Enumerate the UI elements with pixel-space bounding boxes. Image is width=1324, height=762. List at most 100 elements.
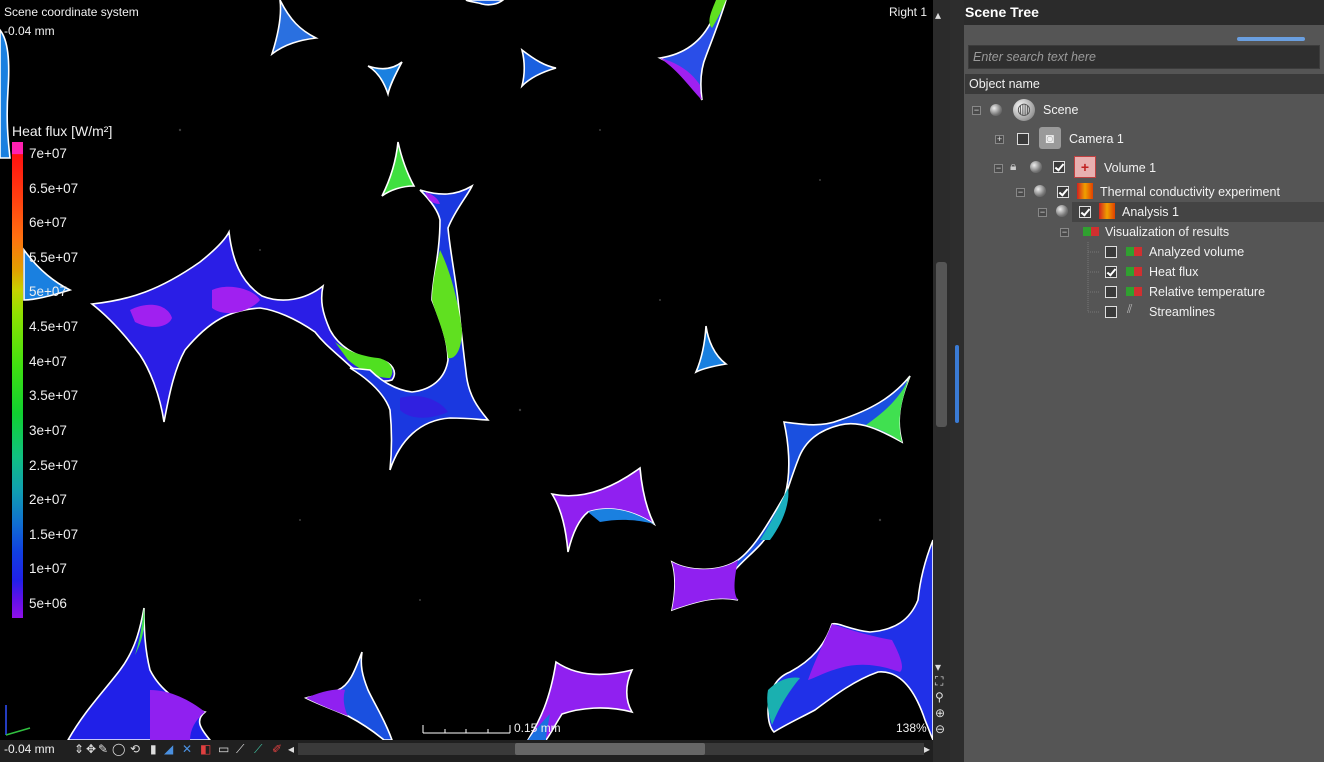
coord-system-label: Scene coordinate system — [4, 5, 139, 19]
curve-tool-icon[interactable]: ⟋ — [254, 742, 262, 756]
result-icon — [1126, 247, 1142, 256]
legend-tick: 7e+07 — [29, 146, 67, 161]
relative-temperature-checkbox[interactable] — [1105, 286, 1117, 298]
legend-tick: 5e+06 — [29, 596, 67, 611]
visibility-sphere-icon[interactable] — [1056, 205, 1068, 217]
volume-checkbox[interactable] — [1053, 161, 1065, 173]
legend-tick: 1.5e+07 — [29, 527, 79, 542]
fit-view-icon[interactable]: ⛶ — [935, 674, 943, 688]
scene-tree-panel: Scene Tree Object name − ◍ Scene + ◙ Cam… — [964, 0, 1324, 762]
horizontal-scroll-thumb[interactable] — [515, 743, 705, 755]
move-tool-icon[interactable]: ✥ — [86, 742, 96, 756]
visualization-icon — [1083, 227, 1099, 236]
3d-viewport[interactable]: Scene coordinate system -0.04 mm Right 1… — [0, 0, 933, 740]
scroll-right-icon[interactable]: ▸ — [924, 742, 930, 756]
legend-tick: 3.5e+07 — [29, 388, 79, 403]
legend-colorbar — [12, 142, 23, 618]
volume-icon: + — [1074, 156, 1096, 178]
colorbar-tool-icon[interactable]: ▮ — [150, 742, 157, 756]
tree-item-visualization[interactable]: Visualization of results — [1105, 222, 1229, 242]
zoom-in-icon[interactable]: ⊕ — [935, 706, 945, 720]
axis-tool-icon[interactable]: ◢ — [164, 742, 173, 756]
legend-tick: 1e+07 — [29, 561, 67, 576]
result-icon — [1126, 267, 1142, 276]
streamlines-icon: ⫽ — [1127, 302, 1133, 316]
scale-bar-graphic — [422, 725, 511, 734]
heat-flux-visualization — [0, 0, 933, 740]
clip-tool-icon[interactable]: ◧ — [200, 742, 211, 756]
pick-tool-icon[interactable]: ✎ — [98, 742, 108, 756]
zoom-level: 138% — [896, 721, 927, 735]
line-tool-icon[interactable]: ⟋ — [236, 742, 244, 756]
rotate-tool-icon[interactable]: ⟲ — [130, 742, 140, 756]
tree-item-analyzed-volume[interactable]: Analyzed volume — [1149, 242, 1244, 262]
tree-item-heat-flux[interactable]: Heat flux — [1149, 262, 1198, 282]
analyzed-volume-checkbox[interactable] — [1105, 246, 1117, 258]
coord-value: -0.04 mm — [4, 24, 55, 38]
streamlines-checkbox[interactable] — [1105, 306, 1117, 318]
pore-region — [672, 560, 738, 610]
scroll-left-icon[interactable]: ◂ — [288, 742, 294, 756]
experiment-checkbox[interactable] — [1057, 186, 1069, 198]
legend-tick: 2e+07 — [29, 492, 67, 507]
measure-tool-icon[interactable]: ✕ — [182, 742, 192, 756]
legend-title: Heat flux [W/m²] — [12, 123, 113, 139]
ruler-tool-icon[interactable]: ▭ — [218, 742, 229, 756]
legend-tick: 4e+07 — [29, 354, 67, 369]
sphere-tool-icon[interactable]: ◯ — [112, 742, 125, 756]
vertical-scroll-thumb[interactable] — [936, 262, 947, 427]
scroll-up-icon[interactable]: ▴ — [935, 8, 941, 22]
lock-icon[interactable]: 🔒︎ — [1010, 160, 1022, 172]
legend-tick: 4.5e+07 — [29, 319, 79, 334]
pore-region — [89, 229, 396, 423]
pore-region — [306, 689, 348, 716]
pore-region — [367, 61, 403, 97]
analysis-icon — [1099, 203, 1115, 219]
collapse-volume-toggle[interactable]: − — [994, 164, 1003, 173]
scroll-down-icon[interactable]: ▾ — [935, 660, 941, 674]
collapse-scene-toggle[interactable]: − — [972, 106, 981, 115]
analysis-checkbox[interactable] — [1079, 206, 1091, 218]
pore-region — [694, 325, 728, 374]
pore-region — [465, 0, 505, 6]
camera-checkbox[interactable] — [1017, 133, 1029, 145]
scale-bar-label: 0.15 mm — [514, 721, 561, 735]
tree-item-analysis[interactable]: Analysis 1 — [1122, 202, 1179, 222]
spin-icon[interactable]: ⇕ — [74, 742, 84, 756]
tree-item-camera[interactable]: Camera 1 — [1069, 129, 1124, 149]
pore-region — [520, 47, 557, 89]
pore-region — [270, 0, 319, 57]
visibility-sphere-icon[interactable] — [1034, 185, 1046, 197]
coord-field[interactable]: -0.04 mm — [4, 742, 55, 756]
legend-tick: 3e+07 — [29, 423, 67, 438]
axis-triad-icon — [5, 705, 31, 736]
zoom-out-icon[interactable]: ⊖ — [935, 722, 945, 736]
tree-item-experiment[interactable]: Thermal conductivity experiment — [1100, 182, 1280, 202]
visibility-sphere-icon[interactable] — [1030, 161, 1042, 173]
tree-item-streamlines[interactable]: Streamlines — [1149, 302, 1215, 322]
visibility-sphere-icon[interactable] — [990, 104, 1002, 116]
tree-item-scene[interactable]: Scene — [1043, 100, 1078, 120]
zoom-icon[interactable]: ⚲ — [935, 690, 944, 704]
collapse-analysis-toggle[interactable]: − — [1038, 208, 1047, 217]
legend-tick: 5e+07 — [29, 284, 67, 299]
collapse-experiment-toggle[interactable]: − — [1016, 188, 1025, 197]
legend-tick: 5.5e+07 — [29, 250, 79, 265]
annotate-tool-icon[interactable]: ✐ — [272, 742, 282, 756]
globe-icon: ◍ — [1013, 99, 1035, 121]
tree-item-volume[interactable]: Volume 1 — [1104, 158, 1156, 178]
pore-region — [381, 141, 416, 197]
splitter-handle[interactable] — [955, 345, 959, 423]
legend-tick: 6.5e+07 — [29, 181, 79, 196]
pore-region — [0, 28, 11, 159]
heat-flux-checkbox[interactable] — [1105, 266, 1117, 278]
view-name-label: Right 1 — [889, 5, 928, 19]
legend-tick: 2.5e+07 — [29, 458, 79, 473]
camera-icon: ◙ — [1039, 127, 1061, 149]
tree-item-relative-temperature[interactable]: Relative temperature — [1149, 282, 1265, 302]
collapse-visualization-toggle[interactable]: − — [1060, 228, 1069, 237]
expand-camera-toggle[interactable]: + — [995, 135, 1004, 144]
experiment-icon — [1077, 183, 1093, 199]
legend-tick: 6e+07 — [29, 215, 67, 230]
pore-region — [349, 184, 490, 471]
